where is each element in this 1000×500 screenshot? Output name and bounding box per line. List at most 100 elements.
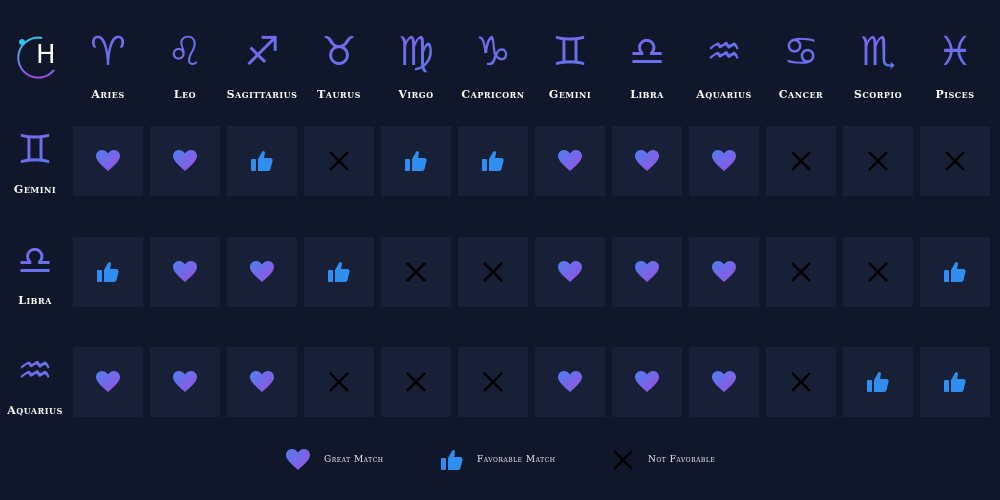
heart-icon (635, 150, 659, 172)
match-cell-libra-leo[interactable] (150, 237, 220, 307)
column-glyph-aquarius: ♒︎ (689, 30, 759, 74)
match-cell-gemini-pisces[interactable] (920, 126, 990, 196)
match-cell-gemini-virgo[interactable] (381, 126, 451, 196)
match-cell-aquarius-pisces[interactable] (920, 347, 990, 417)
thumbs-up-icon (97, 261, 119, 283)
row-label: Libra (18, 294, 52, 307)
match-cell-libra-libra[interactable] (612, 237, 682, 307)
match-cell-libra-pisces[interactable] (920, 237, 990, 307)
match-cell-libra-aries[interactable] (73, 237, 143, 307)
x-icon (482, 371, 504, 393)
match-cell-gemini-aquarius[interactable] (689, 126, 759, 196)
heart-icon (173, 150, 197, 172)
x-icon (328, 150, 350, 172)
match-cell-aquarius-aquarius[interactable] (689, 347, 759, 417)
legend-item-not: Not Favorable (612, 449, 715, 471)
match-cell-aquarius-taurus[interactable] (304, 347, 374, 417)
match-cell-gemini-gemini[interactable] (535, 126, 605, 196)
x-icon (405, 261, 427, 283)
column-glyph-pisces: ♓︎ (920, 30, 990, 74)
heart-icon (712, 261, 736, 283)
thumbs-up-icon (482, 150, 504, 172)
heart-icon (250, 371, 274, 393)
match-cell-gemini-libra[interactable] (612, 126, 682, 196)
heart-icon (558, 261, 582, 283)
column-glyph-leo: ♌︎ (150, 30, 220, 74)
match-cell-gemini-leo[interactable] (150, 126, 220, 196)
column-glyph-gemini: ♊︎ (535, 30, 605, 74)
legend-item-favorable: Favorable Match (441, 449, 555, 471)
x-icon (405, 371, 427, 393)
legend-label: Not Favorable (648, 455, 716, 465)
x-icon (612, 449, 634, 471)
heart-icon (173, 261, 197, 283)
match-cell-aquarius-sagittarius[interactable] (227, 347, 297, 417)
match-cell-aquarius-cancer[interactable] (766, 347, 836, 417)
x-icon (790, 371, 812, 393)
match-cell-libra-gemini[interactable] (535, 237, 605, 307)
thumbs-up-icon (405, 150, 427, 172)
heart-icon (635, 261, 659, 283)
column-glyph-cancer: ♋︎ (766, 30, 836, 74)
thumbs-up-icon (867, 371, 889, 393)
match-cell-libra-virgo[interactable] (381, 237, 451, 307)
x-icon (867, 261, 889, 283)
x-icon (867, 150, 889, 172)
match-cell-aquarius-leo[interactable] (150, 347, 220, 417)
row-glyph-gemini: ♊︎ (0, 128, 70, 172)
row-label: Gemini (13, 183, 57, 196)
heart-icon (558, 150, 582, 172)
logo: H (14, 34, 60, 80)
thumbs-up-icon (251, 150, 273, 172)
column-glyph-scorpio: ♏︎ (843, 30, 913, 74)
column-glyph-libra: ♎︎ (612, 30, 682, 74)
match-cell-libra-aquarius[interactable] (689, 237, 759, 307)
thumbs-up-icon (944, 261, 966, 283)
legend-item-great: Great Match (286, 449, 384, 471)
match-cell-libra-cancer[interactable] (766, 237, 836, 307)
heart-icon (558, 371, 582, 393)
heart-icon (712, 371, 736, 393)
match-cell-gemini-scorpio[interactable] (843, 126, 913, 196)
column-glyph-sagittarius: ♐︎ (227, 30, 297, 74)
column-glyph-capricorn: ♑︎ (458, 30, 528, 74)
row-label: Aquarius (7, 404, 63, 417)
thumbs-up-icon (328, 261, 350, 283)
x-icon (328, 371, 350, 393)
column-glyph-virgo: ♍︎ (381, 30, 451, 74)
thumbs-up-icon (441, 449, 463, 471)
heart-icon (712, 150, 736, 172)
match-cell-aquarius-scorpio[interactable] (843, 347, 913, 417)
match-cell-libra-taurus[interactable] (304, 237, 374, 307)
thumbs-up-icon (944, 371, 966, 393)
match-cell-aquarius-libra[interactable] (612, 347, 682, 417)
match-cell-gemini-cancer[interactable] (766, 126, 836, 196)
match-cell-aquarius-aries[interactable] (73, 347, 143, 417)
column-glyph-aries: ♈︎ (73, 30, 143, 74)
match-cell-aquarius-capricorn[interactable] (458, 347, 528, 417)
x-icon (944, 150, 966, 172)
heart-icon (96, 150, 120, 172)
heart-icon (635, 371, 659, 393)
heart-icon (250, 261, 274, 283)
x-icon (790, 150, 812, 172)
x-icon (790, 261, 812, 283)
heart-icon (96, 371, 120, 393)
column-glyph-taurus: ♉︎ (304, 30, 374, 74)
match-cell-aquarius-gemini[interactable] (535, 347, 605, 417)
legend-label: Favorable Match (477, 455, 556, 465)
row-glyph-aquarius: ♒︎ (0, 349, 70, 393)
match-cell-gemini-aries[interactable] (73, 126, 143, 196)
match-cell-libra-capricorn[interactable] (458, 237, 528, 307)
match-cell-gemini-taurus[interactable] (304, 126, 374, 196)
match-cell-aquarius-virgo[interactable] (381, 347, 451, 417)
x-icon (482, 261, 504, 283)
heart-icon (173, 371, 197, 393)
logo-letter: H (36, 40, 56, 70)
match-cell-libra-scorpio[interactable] (843, 237, 913, 307)
row-glyph-libra: ♎︎ (0, 239, 70, 283)
match-cell-gemini-capricorn[interactable] (458, 126, 528, 196)
heart-icon (286, 449, 310, 471)
match-cell-gemini-sagittarius[interactable] (227, 126, 297, 196)
match-cell-libra-sagittarius[interactable] (227, 237, 297, 307)
